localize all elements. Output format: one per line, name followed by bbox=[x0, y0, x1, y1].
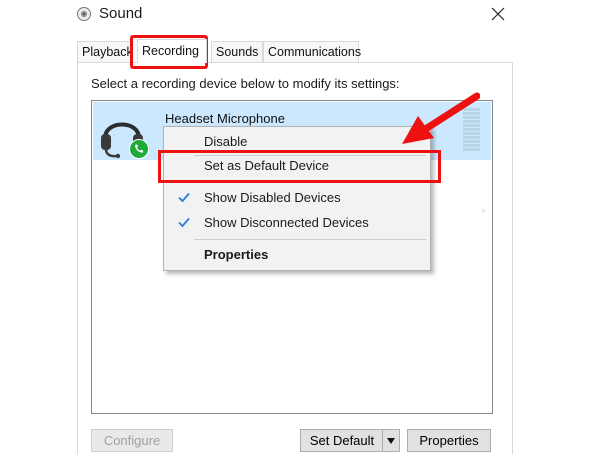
set-default-button[interactable]: Set Default bbox=[300, 429, 384, 452]
speaker-icon bbox=[77, 7, 91, 21]
title-bar[interactable]: Sound bbox=[70, 0, 520, 30]
empty-list-area-marker bbox=[482, 209, 485, 212]
set-default-dropdown-button[interactable] bbox=[382, 429, 400, 452]
red-pointer-arrow-icon bbox=[402, 92, 480, 144]
tab-strip: Playback Sounds Communications Recording bbox=[77, 39, 517, 63]
tab-sounds[interactable]: Sounds bbox=[211, 41, 263, 62]
menu-item-properties[interactable]: Properties bbox=[166, 243, 428, 267]
highlight-box-set-default-item bbox=[158, 150, 441, 183]
device-name: Headset Microphone bbox=[165, 111, 285, 126]
chevron-down-icon bbox=[387, 437, 395, 444]
close-button[interactable] bbox=[483, 0, 513, 28]
menu-item-show-disconnected-devices[interactable]: Show Disconnected Devices bbox=[166, 211, 428, 235]
window-title: Sound bbox=[99, 5, 143, 22]
configure-button[interactable]: Configure bbox=[91, 429, 173, 452]
checkmark-icon bbox=[178, 217, 190, 228]
menu-item-show-disabled-devices[interactable]: Show Disabled Devices bbox=[166, 186, 428, 210]
properties-button[interactable]: Properties bbox=[407, 429, 491, 452]
default-communications-phone-icon bbox=[129, 139, 149, 159]
tab-communications[interactable]: Communications bbox=[263, 41, 361, 62]
tab-playback[interactable]: Playback bbox=[77, 41, 133, 62]
instruction-text: Select a recording device below to modif… bbox=[91, 76, 400, 91]
device-context-menu: Disable Set as Default Device Show Disab… bbox=[163, 126, 431, 271]
close-icon bbox=[491, 7, 505, 21]
checkmark-icon bbox=[178, 192, 190, 203]
tab-recording[interactable]: Recording bbox=[137, 39, 207, 63]
menu-separator bbox=[194, 239, 426, 240]
